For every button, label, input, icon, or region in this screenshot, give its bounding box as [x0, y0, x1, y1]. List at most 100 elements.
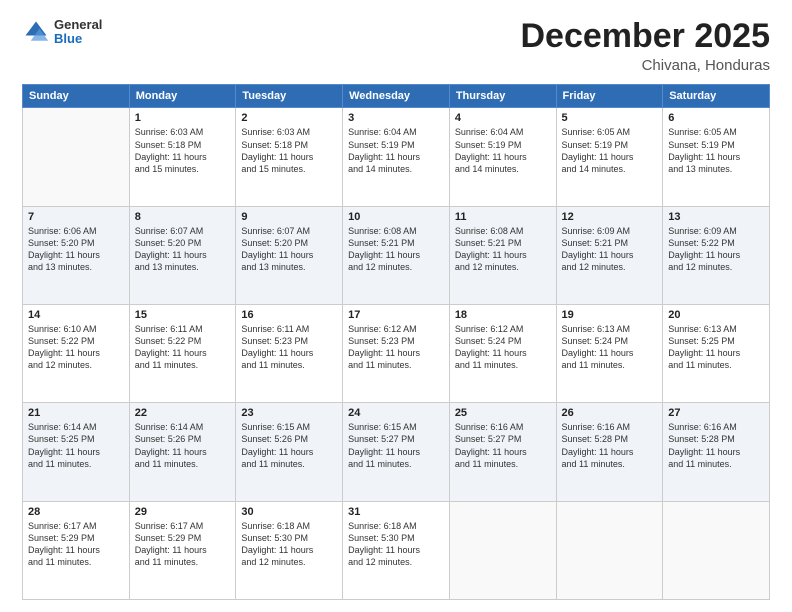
day-info: Sunrise: 6:18 AM Sunset: 5:30 PM Dayligh… — [348, 520, 444, 569]
day-info: Sunrise: 6:04 AM Sunset: 5:19 PM Dayligh… — [348, 126, 444, 175]
col-saturday: Saturday — [663, 85, 770, 108]
day-number: 29 — [135, 506, 231, 518]
day-number: 31 — [348, 506, 444, 518]
day-number: 13 — [668, 211, 764, 223]
day-number: 21 — [28, 407, 124, 419]
table-row — [449, 501, 556, 599]
col-monday: Monday — [129, 85, 236, 108]
calendar-header-row: Sunday Monday Tuesday Wednesday Thursday… — [23, 85, 770, 108]
day-info: Sunrise: 6:16 AM Sunset: 5:28 PM Dayligh… — [668, 421, 764, 470]
table-row: 20Sunrise: 6:13 AM Sunset: 5:25 PM Dayli… — [663, 305, 770, 403]
day-info: Sunrise: 6:09 AM Sunset: 5:21 PM Dayligh… — [562, 225, 658, 274]
table-row: 5Sunrise: 6:05 AM Sunset: 5:19 PM Daylig… — [556, 108, 663, 206]
calendar-week-row: 14 Sunrise: 6:10 AM Sunset: 5:22 PM Dayli… — [23, 305, 770, 403]
title-block: December 2025 Chivana, Honduras — [520, 18, 770, 74]
logo-general: General — [54, 18, 102, 32]
day-info: Sunrise: 6:15 AM Sunset: 5:27 PM Dayligh… — [348, 421, 444, 470]
logo-blue: Blue — [54, 32, 102, 46]
table-row: 26 Sunrise: 6:16 AM Sunset: 5:28 PM Dayli… — [556, 403, 663, 501]
calendar-week-row: 28 Sunrise: 6:17 AM Sunset: 5:29 PM Dayli… — [23, 501, 770, 599]
day-info: Sunrise: 6:03 AM Sunset: 5:18 PM Dayligh… — [241, 126, 337, 175]
day-number: 18 — [455, 309, 551, 321]
day-number: 25 — [455, 407, 551, 419]
table-row: 14 Sunrise: 6:10 AM Sunset: 5:22 PM Dayli… — [23, 305, 130, 403]
table-row: 22 Sunrise: 6:14 AM Sunset: 5:26 PM Dayli… — [129, 403, 236, 501]
col-friday: Friday — [556, 85, 663, 108]
table-row: 19 Sunrise: 6:13 AM Sunset: 5:24 PM Dayli… — [556, 305, 663, 403]
day-info: Sunrise: 6:05 AM Sunset: 5:19 PM Dayligh… — [562, 126, 658, 175]
day-number: 14 — [28, 309, 124, 321]
day-info: Sunrise: 6:07 AM Sunset: 5:20 PM Dayligh… — [135, 225, 231, 274]
table-row: 3 Sunrise: 6:04 AM Sunset: 5:19 PM Daylig… — [343, 108, 450, 206]
calendar-week-row: 1Sunrise: 6:03 AM Sunset: 5:18 PM Daylig… — [23, 108, 770, 206]
day-info: Sunrise: 6:12 AM Sunset: 5:24 PM Dayligh… — [455, 323, 551, 372]
day-number: 8 — [135, 211, 231, 223]
day-info: Sunrise: 6:07 AM Sunset: 5:20 PM Dayligh… — [241, 225, 337, 274]
day-number: 27 — [668, 407, 764, 419]
calendar-week-row: 21Sunrise: 6:14 AM Sunset: 5:25 PM Dayli… — [23, 403, 770, 501]
logo: General Blue — [22, 18, 102, 47]
calendar-week-row: 7Sunrise: 6:06 AM Sunset: 5:20 PM Daylig… — [23, 206, 770, 304]
table-row: 25 Sunrise: 6:16 AM Sunset: 5:27 PM Dayli… — [449, 403, 556, 501]
col-wednesday: Wednesday — [343, 85, 450, 108]
table-row: 9Sunrise: 6:07 AM Sunset: 5:20 PM Daylig… — [236, 206, 343, 304]
day-info: Sunrise: 6:13 AM Sunset: 5:24 PM Dayligh… — [562, 323, 658, 372]
day-number: 16 — [241, 309, 337, 321]
table-row: 24 Sunrise: 6:15 AM Sunset: 5:27 PM Dayli… — [343, 403, 450, 501]
location: Chivana, Honduras — [520, 57, 770, 74]
day-number: 12 — [562, 211, 658, 223]
day-info: Sunrise: 6:16 AM Sunset: 5:28 PM Dayligh… — [562, 421, 658, 470]
day-info: Sunrise: 6:09 AM Sunset: 5:22 PM Dayligh… — [668, 225, 764, 274]
calendar-table: Sunday Monday Tuesday Wednesday Thursday… — [22, 84, 770, 600]
day-number: 28 — [28, 506, 124, 518]
table-row — [23, 108, 130, 206]
logo-text: General Blue — [54, 18, 102, 47]
col-sunday: Sunday — [23, 85, 130, 108]
table-row: 8 Sunrise: 6:07 AM Sunset: 5:20 PM Daylig… — [129, 206, 236, 304]
day-number: 20 — [668, 309, 764, 321]
logo-icon — [22, 18, 50, 46]
day-info: Sunrise: 6:15 AM Sunset: 5:26 PM Dayligh… — [241, 421, 337, 470]
day-number: 26 — [562, 407, 658, 419]
day-number: 22 — [135, 407, 231, 419]
header: General Blue December 2025 Chivana, Hond… — [22, 18, 770, 74]
table-row: 11Sunrise: 6:08 AM Sunset: 5:21 PM Dayli… — [449, 206, 556, 304]
table-row: 27 Sunrise: 6:16 AM Sunset: 5:28 PM Dayli… — [663, 403, 770, 501]
table-row: 17Sunrise: 6:12 AM Sunset: 5:23 PM Dayli… — [343, 305, 450, 403]
table-row: 15 Sunrise: 6:11 AM Sunset: 5:22 PM Dayli… — [129, 305, 236, 403]
month-title: December 2025 — [520, 18, 770, 55]
table-row: 31 Sunrise: 6:18 AM Sunset: 5:30 PM Dayli… — [343, 501, 450, 599]
day-info: Sunrise: 6:17 AM Sunset: 5:29 PM Dayligh… — [28, 520, 124, 569]
day-number: 19 — [562, 309, 658, 321]
day-info: Sunrise: 6:14 AM Sunset: 5:26 PM Dayligh… — [135, 421, 231, 470]
day-info: Sunrise: 6:10 AM Sunset: 5:22 PM Dayligh… — [28, 323, 124, 372]
day-info: Sunrise: 6:08 AM Sunset: 5:21 PM Dayligh… — [348, 225, 444, 274]
day-number: 6 — [668, 112, 764, 124]
day-info: Sunrise: 6:11 AM Sunset: 5:23 PM Dayligh… — [241, 323, 337, 372]
day-number: 10 — [348, 211, 444, 223]
table-row: 30Sunrise: 6:18 AM Sunset: 5:30 PM Dayli… — [236, 501, 343, 599]
table-row: 2Sunrise: 6:03 AM Sunset: 5:18 PM Daylig… — [236, 108, 343, 206]
table-row: 4Sunrise: 6:04 AM Sunset: 5:19 PM Daylig… — [449, 108, 556, 206]
table-row: 16 Sunrise: 6:11 AM Sunset: 5:23 PM Dayli… — [236, 305, 343, 403]
col-thursday: Thursday — [449, 85, 556, 108]
day-info: Sunrise: 6:11 AM Sunset: 5:22 PM Dayligh… — [135, 323, 231, 372]
table-row: 13 Sunrise: 6:09 AM Sunset: 5:22 PM Dayli… — [663, 206, 770, 304]
table-row: 12 Sunrise: 6:09 AM Sunset: 5:21 PM Dayli… — [556, 206, 663, 304]
day-number: 15 — [135, 309, 231, 321]
table-row: 23Sunrise: 6:15 AM Sunset: 5:26 PM Dayli… — [236, 403, 343, 501]
day-number: 4 — [455, 112, 551, 124]
table-row — [556, 501, 663, 599]
day-number: 3 — [348, 112, 444, 124]
table-row: 1Sunrise: 6:03 AM Sunset: 5:18 PM Daylig… — [129, 108, 236, 206]
page: General Blue December 2025 Chivana, Hond… — [0, 0, 792, 612]
day-info: Sunrise: 6:18 AM Sunset: 5:30 PM Dayligh… — [241, 520, 337, 569]
table-row — [663, 501, 770, 599]
day-info: Sunrise: 6:16 AM Sunset: 5:27 PM Dayligh… — [455, 421, 551, 470]
day-number: 24 — [348, 407, 444, 419]
col-tuesday: Tuesday — [236, 85, 343, 108]
table-row: 21Sunrise: 6:14 AM Sunset: 5:25 PM Dayli… — [23, 403, 130, 501]
table-row: 10 Sunrise: 6:08 AM Sunset: 5:21 PM Dayli… — [343, 206, 450, 304]
day-number: 17 — [348, 309, 444, 321]
day-info: Sunrise: 6:06 AM Sunset: 5:20 PM Dayligh… — [28, 225, 124, 274]
